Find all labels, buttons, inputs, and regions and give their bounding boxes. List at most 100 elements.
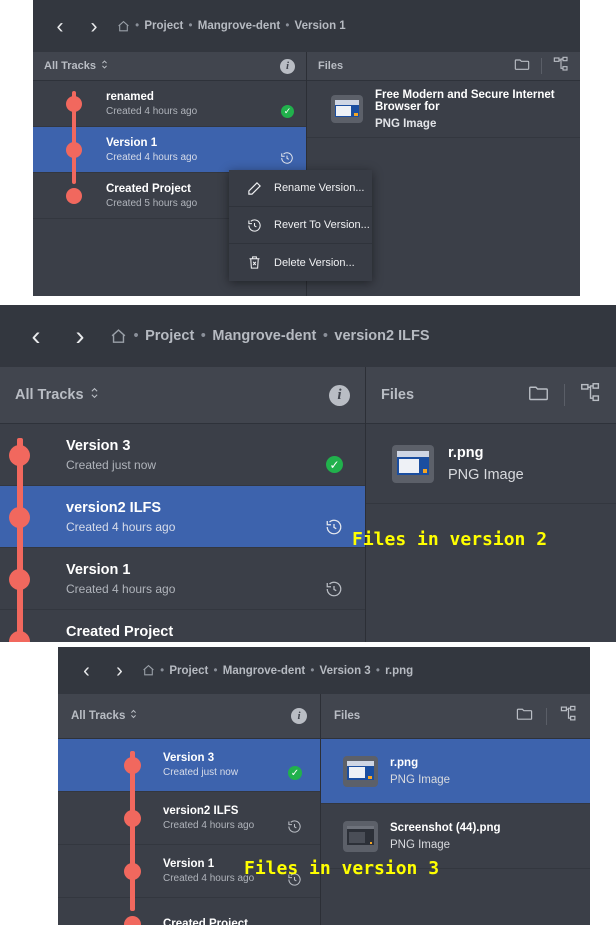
info-icon[interactable]: i xyxy=(280,58,295,74)
file-row[interactable]: Free Modern and Secure Internet Browser … xyxy=(307,81,580,138)
file-name: Screenshot (44).png xyxy=(390,821,501,834)
timeline-node xyxy=(124,810,141,827)
timeline-node xyxy=(124,757,141,774)
home-icon[interactable] xyxy=(142,664,155,677)
folder-icon[interactable] xyxy=(514,56,530,77)
current-version-badge: ✓ xyxy=(326,456,343,473)
toolbar-divider xyxy=(546,707,547,725)
timeline-node xyxy=(66,188,82,204)
version-name: Created Project xyxy=(163,918,249,925)
breadcrumb-item[interactable]: Project xyxy=(144,20,183,32)
hierarchy-icon[interactable] xyxy=(580,382,601,408)
timeline-node xyxy=(9,507,30,528)
tracks-column: All Tracks i Version 3 Created just now … xyxy=(58,694,320,925)
version-subtitle: Created 4 hours ago xyxy=(163,873,255,884)
file-name: r.png xyxy=(390,756,419,769)
all-tracks-label[interactable]: All Tracks xyxy=(15,387,84,403)
breadcrumb-item[interactable]: Mangrove-dent xyxy=(212,328,316,344)
forward-button[interactable]: › xyxy=(103,661,136,681)
toolbar: ‹ › • Project • Mangrove-dent • version2… xyxy=(0,305,616,367)
breadcrumb: • Project • Mangrove-dent • Version 1 xyxy=(117,20,346,33)
menu-item-delete-version[interactable]: Delete Version... xyxy=(229,244,372,281)
back-button[interactable]: ‹ xyxy=(70,661,103,681)
version-row[interactable]: version2 ILFS Created 4 hours ago xyxy=(58,792,320,845)
version-row[interactable]: Version 1 Created 4 hours ago xyxy=(0,548,365,610)
breadcrumb-item[interactable]: Version 1 xyxy=(295,20,346,32)
annotation-version-3: Files in version 3 xyxy=(244,858,440,879)
version-subtitle: Created just now xyxy=(163,767,239,778)
current-version-badge: ✓ xyxy=(281,105,294,118)
folder-icon[interactable] xyxy=(516,705,533,727)
all-tracks-label[interactable]: All Tracks xyxy=(71,710,125,722)
screenshot-stage: ‹ › • Project • Mangrove-dent • Version … xyxy=(0,0,616,925)
version-subtitle: Created 4 hours ago xyxy=(163,820,255,831)
menu-item-revert-to-version[interactable]: Revert To Version... xyxy=(229,207,372,244)
chevron-up-down-icon[interactable] xyxy=(130,707,137,725)
all-tracks-label[interactable]: All Tracks xyxy=(44,60,96,72)
breadcrumb-item[interactable]: Mangrove-dent xyxy=(223,665,305,677)
history-icon xyxy=(242,218,266,233)
tracks-column-header: All Tracks i xyxy=(58,694,320,739)
breadcrumb-item[interactable]: Project xyxy=(169,665,208,677)
version-subtitle: Created just now xyxy=(66,457,157,472)
version-row[interactable]: Version 3 Created just now ✓ xyxy=(0,424,365,486)
toolbar-divider xyxy=(541,58,542,74)
back-button[interactable]: ‹ xyxy=(43,16,77,37)
folder-icon[interactable] xyxy=(528,382,549,408)
timeline-spine xyxy=(17,438,23,638)
annotation-version-2: Files in version 2 xyxy=(352,529,548,550)
hierarchy-icon[interactable] xyxy=(560,705,577,727)
version-name: Version 1 xyxy=(66,561,131,578)
file-type: PNG Image xyxy=(390,838,451,851)
file-row[interactable]: r.png PNG Image xyxy=(366,424,616,504)
forward-button[interactable]: › xyxy=(77,16,111,37)
breadcrumb-item[interactable]: Project xyxy=(145,328,194,344)
revert-icon[interactable] xyxy=(325,518,343,536)
version-name: Version 1 xyxy=(163,858,215,870)
timeline-node xyxy=(9,445,30,466)
chevron-up-down-icon[interactable] xyxy=(90,386,99,405)
home-icon[interactable] xyxy=(110,328,127,345)
files-label: Files xyxy=(334,710,361,722)
breadcrumb-item[interactable]: r.png xyxy=(385,665,413,677)
timeline-spine xyxy=(130,751,135,911)
menu-item-rename-version[interactable]: Rename Version... xyxy=(229,170,372,207)
version-row[interactable]: Created Project xyxy=(58,898,320,925)
timeline-node xyxy=(9,631,30,642)
breadcrumb-item[interactable]: version2 ILFS xyxy=(334,328,429,344)
timeline-node xyxy=(66,96,82,112)
file-thumbnail xyxy=(343,755,378,787)
version-subtitle: Created 4 hours ago xyxy=(66,519,176,534)
trash-icon xyxy=(242,255,266,270)
version-row[interactable]: version2 ILFS Created 4 hours ago xyxy=(0,486,365,548)
forward-button[interactable]: › xyxy=(58,322,102,350)
version-context-menu: Rename Version... Revert To Version... D… xyxy=(229,170,372,281)
back-button[interactable]: ‹ xyxy=(14,322,58,350)
home-icon[interactable] xyxy=(117,20,130,33)
version-row[interactable]: Version 3 Created just now ✓ xyxy=(58,739,320,792)
toolbar-divider xyxy=(564,384,565,406)
info-icon[interactable]: i xyxy=(291,708,307,724)
file-type: PNG Image xyxy=(375,117,437,130)
revert-icon[interactable] xyxy=(280,151,294,165)
version-name: Created Project xyxy=(66,623,174,640)
file-thumbnail xyxy=(343,820,378,852)
revert-icon[interactable] xyxy=(325,580,343,598)
breadcrumb-item[interactable]: Mangrove-dent xyxy=(198,20,280,32)
revert-icon[interactable] xyxy=(287,819,302,834)
hierarchy-icon[interactable] xyxy=(553,56,569,77)
version-name: version2 ILFS xyxy=(163,805,239,817)
version-row[interactable]: Created Project Created 5 hours ago xyxy=(0,610,365,642)
breadcrumb-item[interactable]: Version 3 xyxy=(320,665,371,677)
info-icon[interactable]: i xyxy=(329,384,350,406)
file-row[interactable]: r.png PNG Image xyxy=(321,739,590,804)
files-column: Files r.png PNG Image xyxy=(365,367,616,642)
breadcrumb: • Project • Mangrove-dent • Version 3 • … xyxy=(142,664,413,677)
version-name: Version 3 xyxy=(163,752,215,764)
files-column-header: Files xyxy=(307,52,580,81)
chevron-up-down-icon[interactable] xyxy=(101,57,108,75)
version-history-window-3: ‹ › • Project • Mangrove-dent • Version … xyxy=(58,647,590,925)
version-subtitle: Created 5 hours ago xyxy=(106,197,198,209)
files-column: Files r.png PNG Image xyxy=(320,694,590,925)
files-label: Files xyxy=(318,60,344,72)
